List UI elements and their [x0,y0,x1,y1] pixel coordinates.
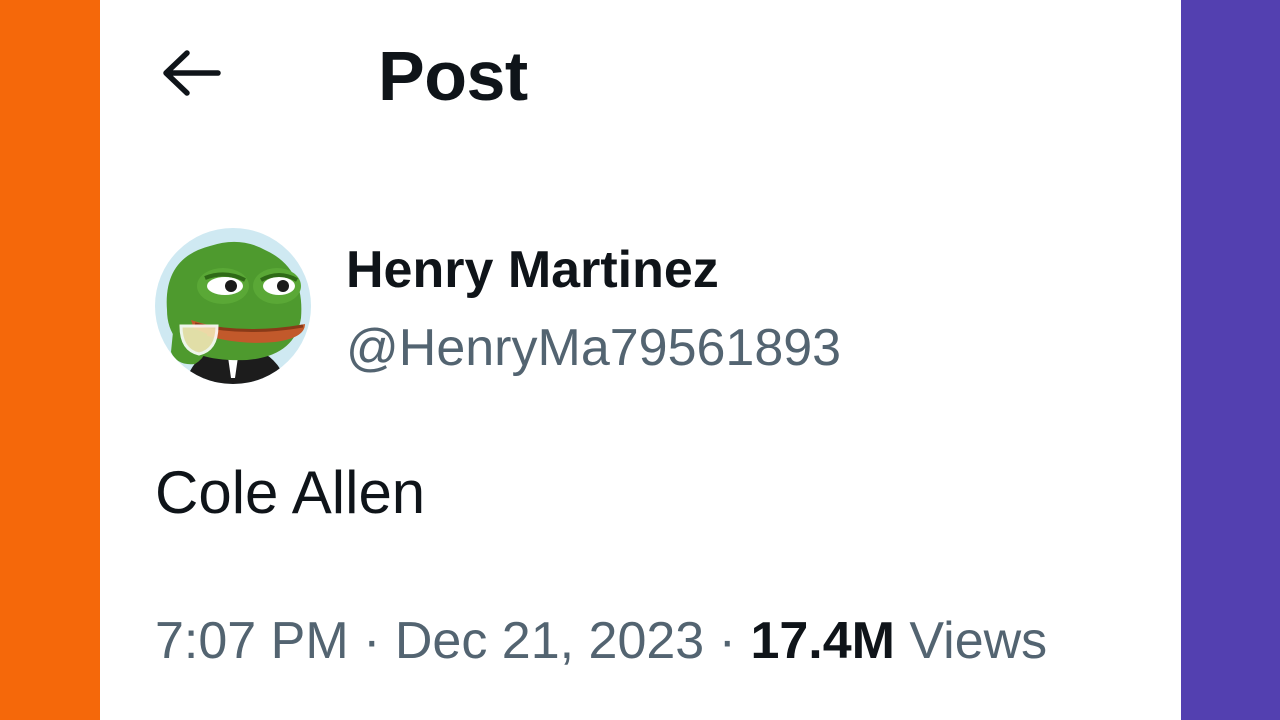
page-title: Post [378,37,528,115]
post-time-link[interactable]: 7:07 PM [155,612,349,670]
author-handle[interactable]: @HenryMa79561893 [346,318,841,378]
arrow-left-icon [160,48,222,103]
meta-separator: · [704,612,751,670]
back-button[interactable] [160,45,230,105]
author-display-name[interactable]: Henry Martinez [346,240,719,300]
frog-avatar-icon [155,228,311,384]
post-date-link[interactable]: Dec 21, 2023 [395,612,704,670]
post-text: Cole Allen [155,459,426,526]
avatar[interactable] [155,228,311,384]
views-label: Views [894,612,1048,670]
left-color-bar [0,0,100,720]
views-count: 17.4M [750,612,895,670]
meta-separator: · [348,612,395,670]
right-color-bar [1181,0,1280,720]
post-meta: 7:07 PM · Dec 21, 2023 · 17.4M Views [155,610,1047,672]
